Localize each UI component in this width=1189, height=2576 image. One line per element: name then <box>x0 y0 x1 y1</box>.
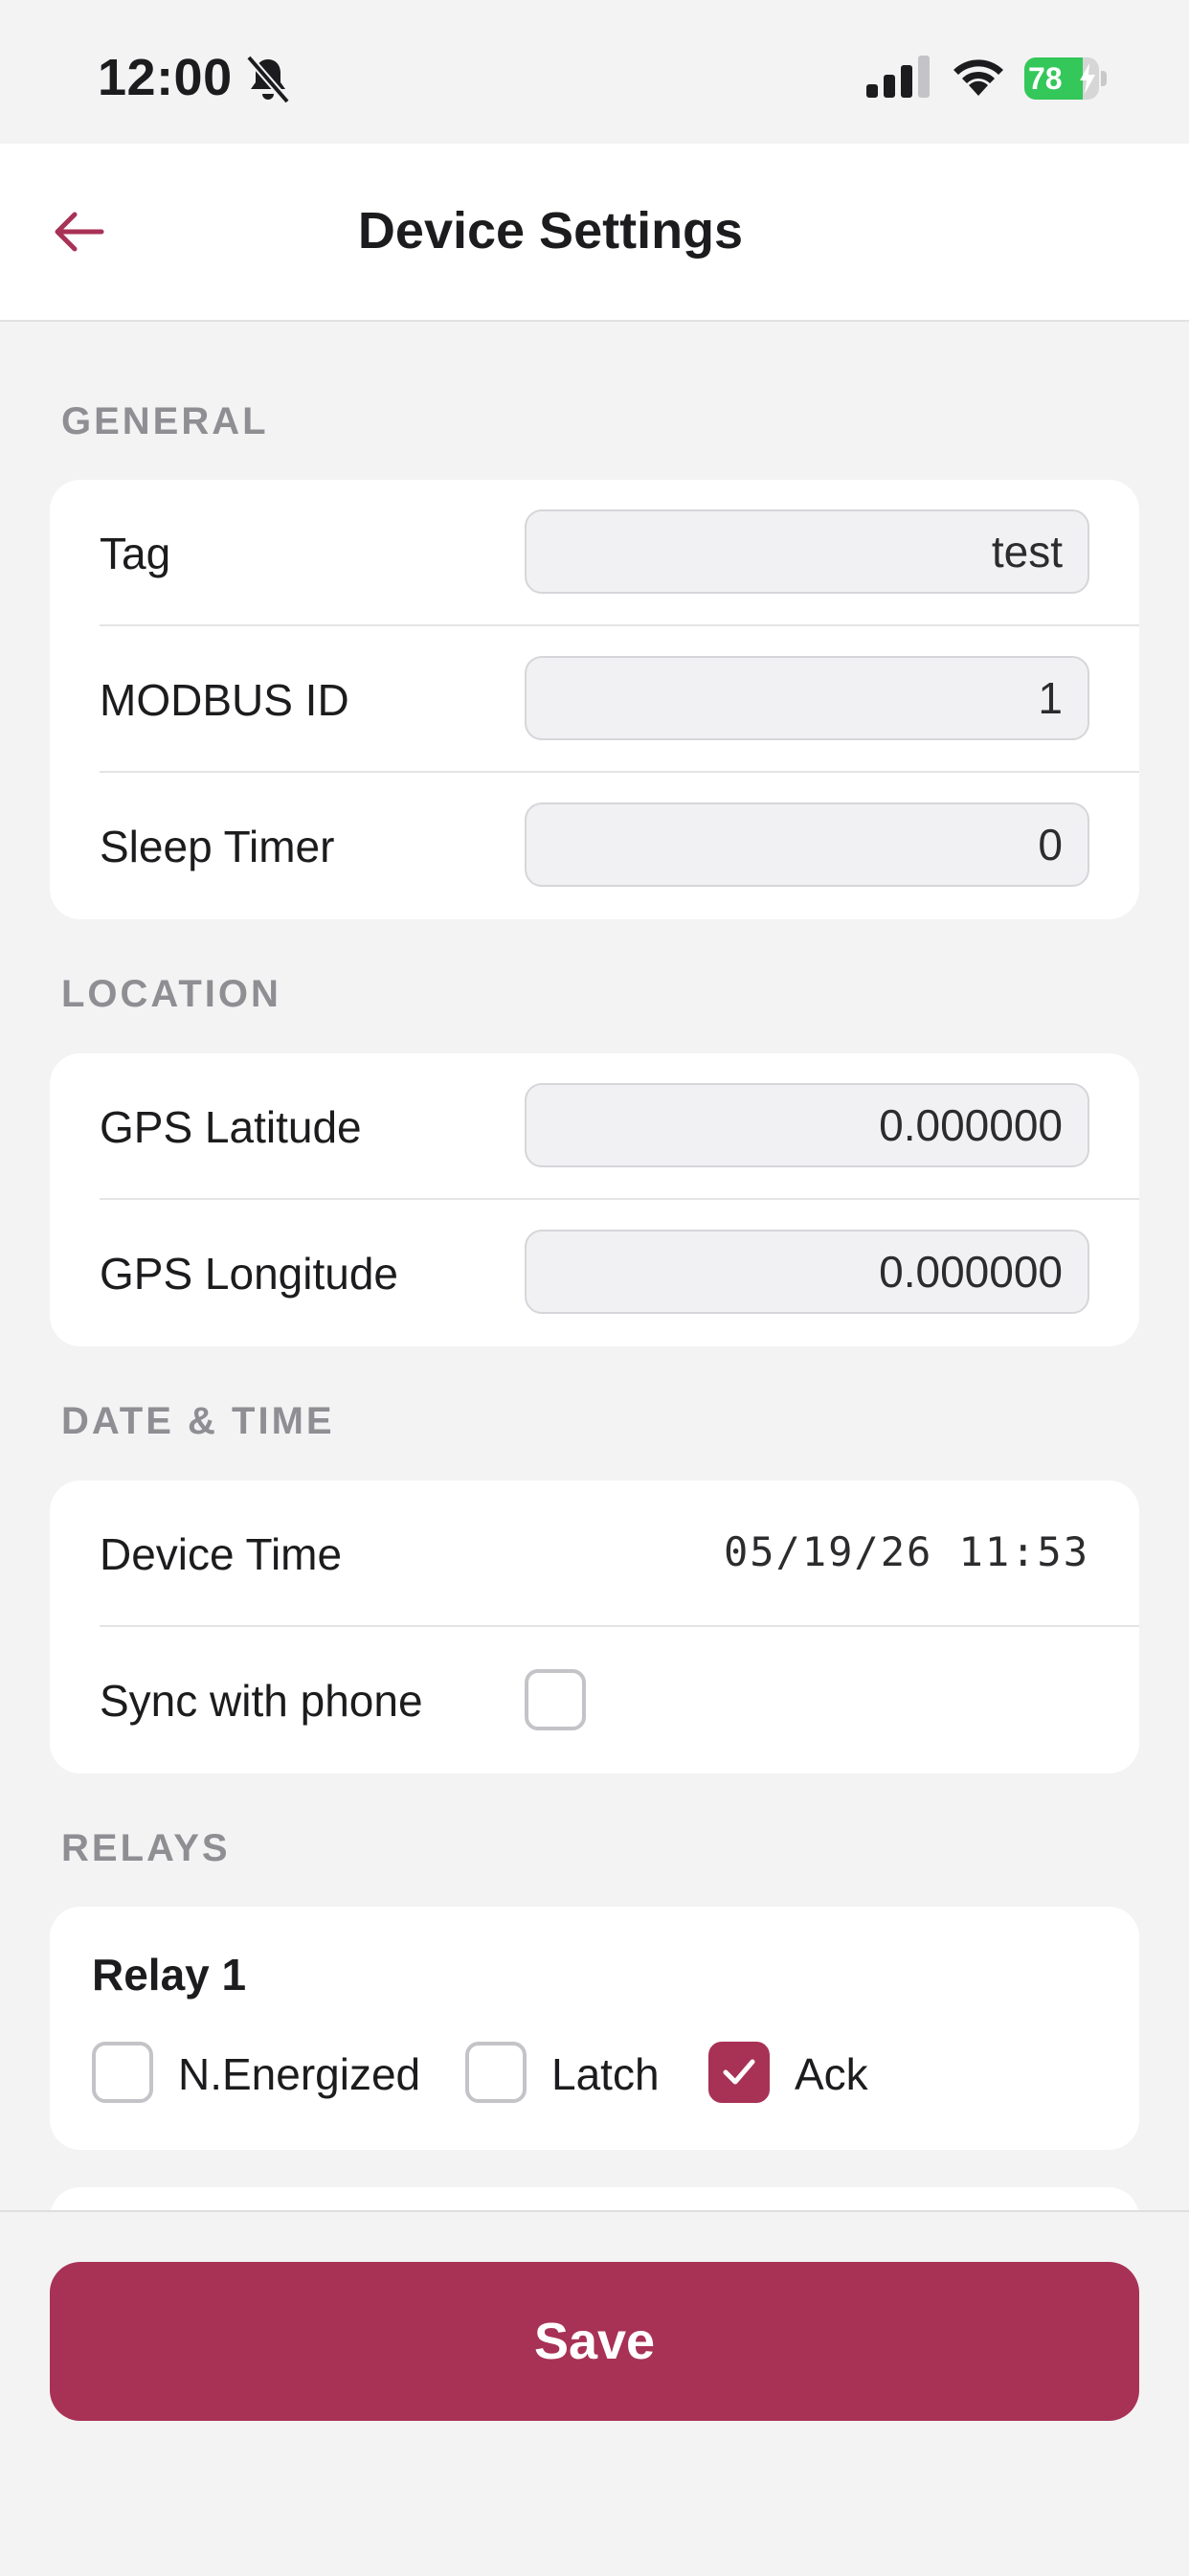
wifi-icon <box>953 59 1003 96</box>
longitude-label: GPS Longitude <box>100 1249 399 1299</box>
section-label-relays: RELAYS <box>61 1827 231 1869</box>
sleep-timer-row: Sleep Timer 0 <box>50 773 1139 919</box>
status-bar: 12:00 78 <box>0 0 1189 144</box>
battery-percent: 78 <box>1028 61 1063 96</box>
status-time: 12:00 <box>98 49 233 106</box>
tag-row: Tag test <box>50 480 1139 626</box>
tag-label: Tag <box>100 529 171 578</box>
cellular-signal-icon <box>866 56 930 98</box>
bell-slash-icon <box>245 56 291 103</box>
footer: Save <box>0 2210 1189 2576</box>
ack-label: Ack <box>795 2049 868 2099</box>
latitude-input[interactable]: 0.000000 <box>525 1083 1089 1167</box>
relay-1-card: Relay 1 N.Energized Latch Ack <box>50 1907 1139 2150</box>
sleep-timer-label: Sleep Timer <box>100 822 335 871</box>
n-energized-checkbox[interactable] <box>92 2042 153 2103</box>
sync-row: Sync with phone <box>50 1627 1139 1774</box>
sync-checkbox[interactable] <box>525 1669 586 1730</box>
device-time-label: Device Time <box>100 1529 343 1579</box>
datetime-card: Device Time 05/19/26 11:53 Sync with pho… <box>50 1480 1139 1774</box>
checkmark-icon <box>723 2059 755 2085</box>
charging-bolt-icon <box>1080 63 1095 94</box>
modbus-id-row: MODBUS ID 1 <box>50 626 1139 773</box>
battery-charging-icon: 78 <box>1024 57 1107 100</box>
longitude-input[interactable]: 0.000000 <box>525 1230 1089 1314</box>
section-label-general: GENERAL <box>61 400 269 442</box>
tag-input[interactable]: test <box>525 509 1089 594</box>
general-card: Tag test MODBUS ID 1 Sleep Timer 0 <box>50 480 1139 919</box>
relay-1-title: Relay 1 <box>92 1950 247 2000</box>
modbus-id-input[interactable]: 1 <box>525 656 1089 740</box>
ack-checkbox[interactable] <box>708 2042 770 2103</box>
section-label-location: LOCATION <box>61 973 281 1015</box>
page-title: Device Settings <box>357 202 744 260</box>
latch-label: Latch <box>551 2049 660 2099</box>
longitude-row: GPS Longitude 0.000000 <box>50 1200 1139 1346</box>
header: Device Settings <box>0 144 1189 322</box>
latitude-label: GPS Latitude <box>100 1102 362 1152</box>
latch-checkbox[interactable] <box>465 2042 527 2103</box>
location-card: GPS Latitude 0.000000 GPS Longitude 0.00… <box>50 1053 1139 1346</box>
device-time-row: Device Time 05/19/26 11:53 <box>50 1480 1139 1627</box>
save-button[interactable]: Save <box>50 2262 1139 2421</box>
device-time-value: 05/19/26 11:53 <box>723 1528 1089 1575</box>
latitude-row: GPS Latitude 0.000000 <box>50 1053 1139 1200</box>
sleep-timer-input[interactable]: 0 <box>525 802 1089 887</box>
sync-label: Sync with phone <box>100 1676 423 1726</box>
modbus-id-label: MODBUS ID <box>100 675 349 725</box>
section-label-datetime: DATE & TIME <box>61 1400 335 1442</box>
n-energized-label: N.Energized <box>178 2049 421 2099</box>
